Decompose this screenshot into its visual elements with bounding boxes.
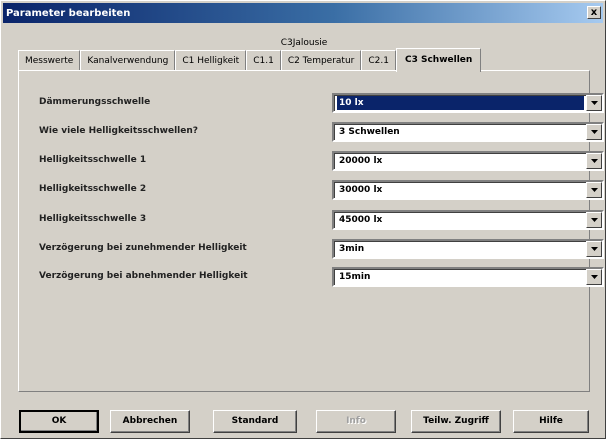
parameter-dialog: Parameter bearbeiten x C3Jalousie Messwe… [0,0,606,439]
select-value: 3 Schwellen [339,127,400,137]
chevron-down-icon [590,130,598,134]
chevron-down-icon [590,101,598,105]
setting-row: Verzögerung bei zunehmender Helligkeit 3… [39,239,604,261]
tab-messwerte[interactable]: Messwerte [18,50,81,71]
cancel-button[interactable]: Abbrechen [110,410,190,433]
dropdown-button[interactable] [586,95,602,111]
info-button[interactable]: Info [316,410,396,433]
tab-c2-1[interactable]: C2.1 [361,50,396,71]
tab-c3-schwellen[interactable]: C3 Schwellen [395,48,482,72]
dropdown-button[interactable] [586,241,602,257]
setting-row: Helligkeitsschwelle 1 20000 lx [39,151,604,173]
setting-label: Dämmerungsschwelle [39,97,151,107]
dropdown-button[interactable] [586,212,602,228]
tab-strip: Messwerte Kanalverwendung C1 Helligkeit … [18,48,590,72]
schwellen-anzahl-select[interactable]: 3 Schwellen [332,122,604,142]
helligkeitsschwelle-3-select[interactable]: 45000 lx [332,210,604,230]
chevron-down-icon [590,218,598,222]
setting-label: Verzögerung bei abnehmender Helligkeit [39,271,248,281]
select-value: 30000 lx [339,185,383,195]
tab-c2-temperatur[interactable]: C2 Temperatur [280,50,362,71]
chevron-down-icon [590,247,598,251]
setting-label: Helligkeitsschwelle 1 [39,155,147,165]
tab-c1-helligkeit[interactable]: C1 Helligkeit [175,50,247,71]
select-value: 10 lx [337,96,584,110]
setting-label: Verzögerung bei zunehmender Helligkeit [39,243,247,253]
setting-row: Helligkeitsschwelle 3 45000 lx [39,210,604,232]
setting-label: Helligkeitsschwelle 3 [39,214,147,224]
select-value: 20000 lx [339,156,383,166]
helligkeitsschwelle-1-select[interactable]: 20000 lx [332,151,604,171]
help-button[interactable]: Hilfe [513,410,589,433]
daemmerungsschwelle-select[interactable]: 10 lx [332,93,604,113]
button-bar: OK Abbrechen Standard Info Teilw. Zugrif… [1,410,606,434]
close-icon[interactable]: x [587,6,601,19]
select-value: 45000 lx [339,215,383,225]
tab-c1-1[interactable]: C1.1 [246,50,281,71]
verzoegerung-zunehmend-select[interactable]: 3min [332,239,604,259]
select-value: 3min [339,244,365,254]
setting-row: Dämmerungsschwelle 10 lx [39,93,604,115]
group-label: C3Jalousie [280,38,328,48]
standard-button[interactable]: Standard [213,410,297,433]
chevron-down-icon [590,159,598,163]
setting-row: Wie viele Helligkeitsschwellen? 3 Schwel… [39,122,604,144]
helligkeitsschwelle-2-select[interactable]: 30000 lx [332,180,604,200]
dropdown-button[interactable] [586,269,602,285]
ok-button[interactable]: OK [19,410,99,433]
chevron-down-icon [590,188,598,192]
setting-label: Wie viele Helligkeitsschwellen? [39,126,198,136]
tab-kanalverwendung[interactable]: Kanalverwendung [80,50,176,71]
partial-access-button[interactable]: Teilw. Zugriff [411,410,501,433]
title-bar: Parameter bearbeiten x [3,3,603,23]
select-value: 15min [339,272,371,282]
dropdown-button[interactable] [586,182,602,198]
window-title: Parameter bearbeiten [6,7,131,19]
setting-row: Helligkeitsschwelle 2 30000 lx [39,180,604,202]
chevron-down-icon [590,275,598,279]
dropdown-button[interactable] [586,124,602,140]
setting-label: Helligkeitsschwelle 2 [39,184,147,194]
setting-row: Verzögerung bei abnehmender Helligkeit 1… [39,267,604,289]
tab-panel: Dämmerungsschwelle 10 lx Wie viele Helli… [18,70,604,392]
verzoegerung-abnehmend-select[interactable]: 15min [332,267,604,287]
dropdown-button[interactable] [586,153,602,169]
